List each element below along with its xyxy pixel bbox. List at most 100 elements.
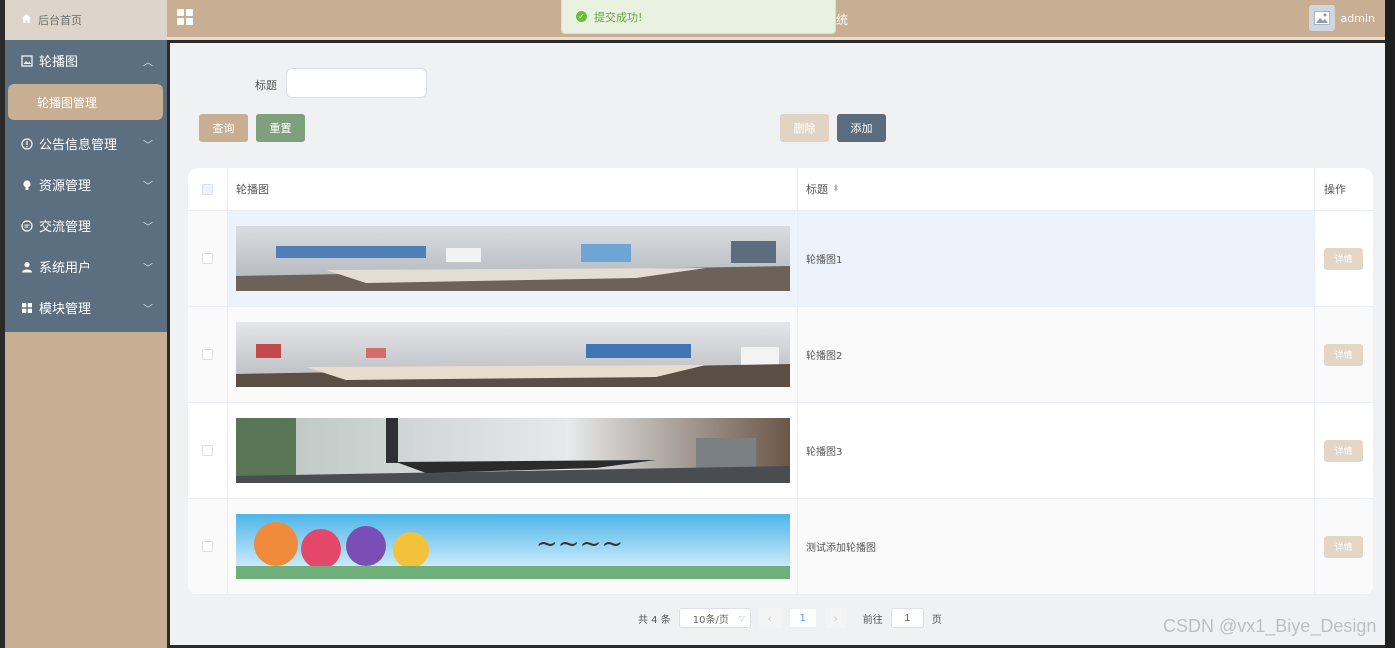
table-row: 轮播图2 详情 [188, 307, 1373, 403]
sidebar-spacer [5, 328, 167, 332]
chevron-down-icon: ﹀ [143, 222, 153, 233]
chevron-down-icon: ▽ [738, 613, 745, 623]
sidebar-item-exchange[interactable]: 交流管理 ﹀ [5, 205, 167, 246]
image-cell [228, 403, 798, 498]
row-select-cell [188, 499, 228, 594]
chevron-down-icon: ﹀ [143, 263, 153, 274]
chevron-up-icon: ︿ [143, 57, 153, 68]
page-size-select[interactable]: 10条/页 ▽ [678, 608, 751, 628]
watermark-text: CSDN @vx1_Biye_Design [1163, 616, 1377, 636]
check-circle-icon: ✓ [576, 11, 587, 22]
search-title-label: 标题 [255, 79, 277, 92]
table-row: 轮播图1 详情 [188, 211, 1373, 307]
sidebar-item-modules[interactable]: 模块管理 ﹀ [5, 287, 167, 328]
title-cell: 轮播图2 [798, 307, 1315, 402]
row-select-cell [188, 403, 228, 498]
title-cell: 轮播图1 [798, 211, 1315, 306]
title-cell: 测试添加轮播图 [798, 499, 1315, 594]
carousel-image-meeting-room-1 [236, 226, 790, 291]
sidebar-item-notice[interactable]: 公告信息管理 ﹀ [5, 123, 167, 164]
row-checkbox[interactable] [202, 541, 213, 552]
success-toast: ✓ 提交成功! [561, 0, 836, 34]
svg-text:~~~~: ~~~~ [536, 529, 623, 559]
carousel-image-meeting-room-2 [236, 322, 790, 387]
row-select-cell [188, 307, 228, 402]
sidebar-subitem-label: 轮播图管理 [37, 95, 98, 110]
info-icon [20, 137, 34, 151]
row-select-cell [188, 211, 228, 306]
chevron-down-icon: ﹀ [143, 181, 153, 192]
select-all-checkbox[interactable] [202, 183, 213, 195]
add-button[interactable]: 添加 [837, 114, 886, 142]
action-cell: 详情 [1315, 499, 1373, 594]
detail-button[interactable]: 详情 [1324, 535, 1363, 558]
sidebar: 后台首页 轮播图 ︿ 轮播图管理 公告信息管理 ﹀ 资源管理 ﹀ 交流管理 ﹀ … [5, 0, 167, 648]
title-cell: 轮播图3 [798, 403, 1315, 498]
query-button[interactable]: 查询 [199, 114, 248, 142]
sidebar-menu: 轮播图 ︿ 轮播图管理 公告信息管理 ﹀ 资源管理 ﹀ 交流管理 ﹀ 系统用户 … [5, 40, 167, 332]
sidebar-item-carousel[interactable]: 轮播图 ︿ [5, 40, 167, 81]
image-cell: ~~~~ [228, 499, 798, 594]
action-cell: 详情 [1315, 307, 1373, 402]
page-number-current[interactable]: 1 [788, 608, 817, 628]
sidebar-home[interactable]: 后台首页 [5, 0, 167, 40]
page-unit-label: 页 [931, 614, 942, 626]
window-edge [1385, 0, 1395, 648]
image-icon [20, 54, 34, 68]
search-title-input[interactable] [286, 68, 427, 98]
detail-button[interactable]: 详情 [1324, 247, 1363, 270]
goto-page-input[interactable] [890, 608, 924, 628]
carousel-table: 轮播图 标题 ⬍ 操作 轮播图1 详情 轮播图2 详情 轮播图3 详情 ~~~~… [188, 168, 1373, 595]
header-image: 轮播图 [228, 168, 798, 210]
bulb-icon [20, 178, 34, 192]
header-title-label: 标题 [806, 183, 828, 196]
row-checkbox[interactable] [202, 253, 213, 264]
sidebar-item-label: 模块管理 [39, 302, 92, 317]
chevron-down-icon: ﹀ [143, 140, 153, 151]
chat-icon [20, 219, 34, 233]
delete-button[interactable]: 删除 [780, 114, 829, 142]
main-content: 标题 查询 重置 删除 添加 轮播图 标题 ⬍ 操作 轮播图1 详情 轮播图2 … [170, 43, 1385, 645]
action-cell: 详情 [1315, 403, 1373, 498]
table-row: 轮播图3 详情 [188, 403, 1373, 499]
header-title[interactable]: 标题 ⬍ [798, 168, 1315, 210]
next-page-button[interactable]: › [824, 608, 847, 628]
sidebar-item-label: 资源管理 [39, 179, 92, 194]
chevron-down-icon: ﹀ [143, 304, 153, 315]
grid-icon [20, 301, 34, 315]
detail-button[interactable]: 详情 [1324, 439, 1363, 462]
header-select-cell [188, 168, 228, 210]
sidebar-item-users[interactable]: 系统用户 ﹀ [5, 246, 167, 287]
carousel-image-youth-banner: ~~~~ [236, 514, 790, 579]
sidebar-item-label: 轮播图 [39, 55, 79, 70]
header-action: 操作 [1324, 183, 1346, 196]
sidebar-submenu: 轮播图管理 [5, 81, 167, 123]
avatar[interactable] [1309, 5, 1335, 31]
page-size-value: 10条/页 [692, 614, 729, 626]
image-cell [228, 211, 798, 306]
prev-page-button[interactable]: ‹ [758, 608, 781, 628]
sidebar-subitem-carousel-manage[interactable]: 轮播图管理 [8, 84, 163, 120]
user-icon [20, 260, 34, 274]
pagination: 共 4 条 10条/页 ▽ ‹ 1 › 前往 页 [638, 608, 942, 628]
image-cell [228, 307, 798, 402]
pagination-total: 共 4 条 [638, 614, 671, 626]
carousel-image-office [236, 418, 790, 483]
row-checkbox[interactable] [202, 349, 213, 360]
sort-icon[interactable]: ⬍ [832, 184, 840, 194]
action-cell: 详情 [1315, 211, 1373, 306]
toast-message: 提交成功! [594, 10, 643, 24]
table-header: 轮播图 标题 ⬍ 操作 [188, 168, 1373, 211]
home-icon [21, 13, 32, 27]
reset-button[interactable]: 重置 [256, 114, 305, 142]
goto-label: 前往 [862, 614, 883, 626]
sidebar-home-label: 后台首页 [38, 14, 82, 27]
detail-button[interactable]: 详情 [1324, 343, 1363, 366]
sidebar-item-resource[interactable]: 资源管理 ﹀ [5, 164, 167, 205]
row-checkbox[interactable] [202, 445, 213, 456]
sidebar-item-label: 公告信息管理 [39, 138, 118, 153]
username[interactable]: admin [1341, 12, 1375, 25]
table-row: ~~~~ 测试添加轮播图 详情 [188, 499, 1373, 595]
sidebar-item-label: 交流管理 [39, 220, 92, 235]
sidebar-item-label: 系统用户 [39, 261, 92, 276]
